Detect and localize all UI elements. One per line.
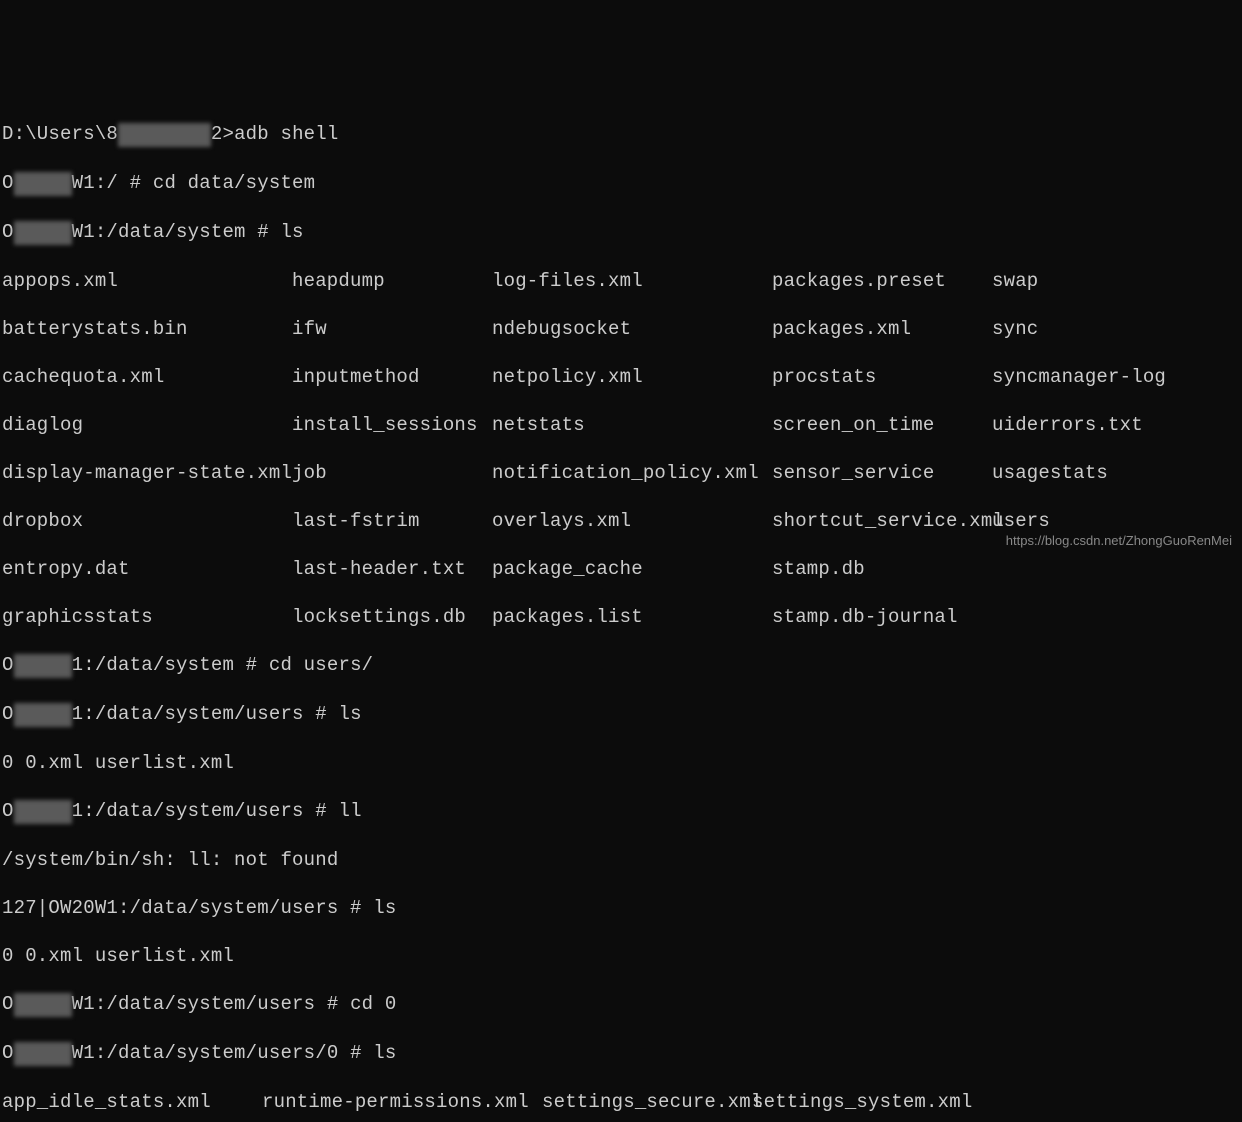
line: 0 0.xml userlist.xml	[2, 944, 1240, 968]
blurred-text: xxxxx	[14, 703, 72, 727]
blurred-text: xxxxx	[14, 800, 72, 824]
ls-row: app_idle_stats.xmlruntime-permissions.xm…	[2, 1090, 1240, 1114]
ls-row: diagloginstall_sessionsnetstatsscreen_on…	[2, 413, 1240, 437]
line: /system/bin/sh: ll: not found	[2, 848, 1240, 872]
ls-row: appops.xmlheapdumplog-files.xmlpackages.…	[2, 269, 1240, 293]
blurred-text: xxxxx	[14, 993, 72, 1017]
ls-row: display-manager-state.xmljobnotification…	[2, 461, 1240, 485]
terminal-output[interactable]: D:\Users\8xxxxxxxx2>adb shell OxxxxxW1:/…	[0, 96, 1242, 1122]
line: 127|OW20W1:/data/system/users # ls	[2, 896, 1240, 920]
blurred-text: xxxxx	[14, 221, 72, 245]
line-1: D:\Users\8xxxxxxxx2>adb shell	[2, 122, 1240, 147]
blurred-text: xxxxx	[14, 172, 72, 196]
line: Oxxxxx1:/data/system/users # ll	[2, 799, 1240, 824]
blurred-text: xxxxxxxx	[118, 123, 211, 147]
line: Oxxxxx1:/data/system/users # ls	[2, 702, 1240, 727]
ls-row: graphicsstatslocksettings.dbpackages.lis…	[2, 605, 1240, 629]
blurred-text: xxxxx	[14, 654, 72, 678]
line: 0 0.xml userlist.xml	[2, 751, 1240, 775]
blurred-text: xxxxx	[14, 1042, 72, 1066]
line-3: OxxxxxW1:/data/system # ls	[2, 220, 1240, 245]
ls-row: batterystats.binifwndebugsocketpackages.…	[2, 317, 1240, 341]
line: OxxxxxW1:/data/system/users/0 # ls	[2, 1041, 1240, 1066]
line: Oxxxxx1:/data/system # cd users/	[2, 653, 1240, 678]
watermark: https://blog.csdn.net/ZhongGuoRenMei	[1006, 529, 1232, 553]
line: OxxxxxW1:/data/system/users # cd 0	[2, 992, 1240, 1017]
line-2: OxxxxxW1:/ # cd data/system	[2, 171, 1240, 196]
ls-row: cachequota.xmlinputmethodnetpolicy.xmlpr…	[2, 365, 1240, 389]
